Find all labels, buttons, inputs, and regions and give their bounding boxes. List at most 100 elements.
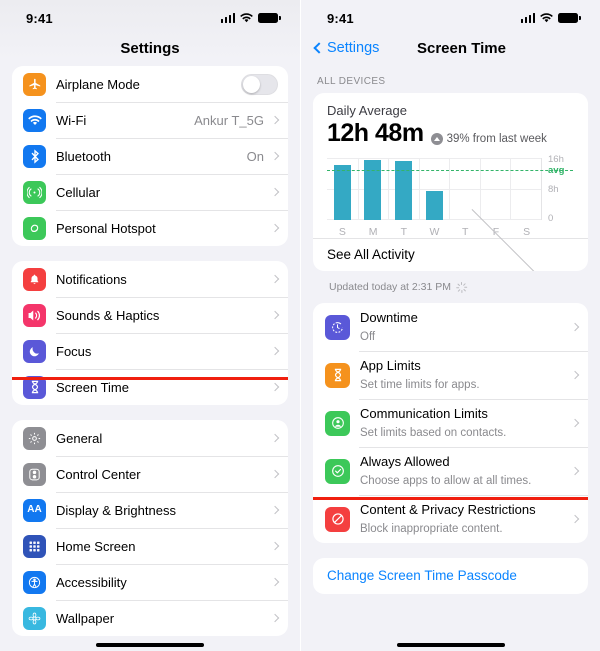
battery-icon	[558, 13, 581, 23]
sidebar-item-cellular[interactable]: Cellular	[12, 174, 288, 210]
aa-glyph: AA	[27, 504, 42, 515]
updated-label: Updated today at 2:31 PM	[329, 281, 451, 293]
sidebar-item-wifi[interactable]: Wi-Fi Ankur T_5G	[12, 102, 288, 138]
bell-icon	[23, 267, 46, 291]
bar-col	[388, 158, 419, 220]
feature-title: App Limits	[360, 358, 421, 373]
sidebar-item-label: Home Screen	[56, 538, 136, 554]
ytick-8h: 8h	[548, 184, 559, 195]
sidebar-item-personal-hotspot[interactable]: Personal Hotspot	[12, 210, 288, 246]
chart-plot-area	[327, 158, 573, 220]
back-button[interactable]: Settings	[313, 40, 380, 56]
sidebar-item-label: Control Center	[56, 466, 141, 482]
feature-text: App Limits Set time limits for apps.	[360, 357, 570, 393]
gear-icon	[23, 426, 46, 450]
speaker-icon	[23, 303, 46, 327]
cellular-bars-icon	[520, 13, 535, 23]
feature-row-content-privacy-restrictions[interactable]: Content & Privacy Restrictions Block ina…	[313, 495, 588, 543]
chevron-right-icon	[270, 274, 280, 284]
ytick-16h: 16h	[548, 154, 564, 165]
airplane-mode-toggle[interactable]	[241, 73, 278, 95]
person-circle-icon	[325, 410, 350, 436]
see-all-activity-row[interactable]: See All Activity	[313, 208, 588, 271]
hourglass-icon	[23, 375, 46, 399]
section-header-all-devices: ALL DEVICES	[317, 76, 386, 87]
sidebar-item-general[interactable]: General	[12, 420, 288, 456]
settings-group-connectivity: Airplane Mode Wi-Fi Ankur T_5G Bluetooth…	[12, 66, 288, 246]
chevron-right-icon	[270, 382, 280, 392]
home-indicator	[96, 643, 204, 647]
sidebar-item-sounds-haptics[interactable]: Sounds & Haptics	[12, 297, 288, 333]
bar-s1	[333, 165, 351, 220]
airplane-icon	[23, 72, 46, 96]
sidebar-item-label: Bluetooth	[56, 148, 111, 164]
feature-text: Content & Privacy Restrictions Block ina…	[360, 501, 570, 537]
sidebar-item-accessibility[interactable]: Accessibility	[12, 564, 288, 600]
settings-list[interactable]: Airplane Mode Wi-Fi Ankur T_5G Bluetooth…	[0, 66, 300, 636]
feature-subtitle: Block inappropriate content.	[360, 523, 503, 535]
status-bar: 9:41	[0, 0, 300, 30]
chevron-right-icon	[270, 613, 280, 623]
bar-col	[510, 158, 541, 220]
chart-x-axis: S M T W T F S	[313, 224, 588, 238]
bar-m	[364, 160, 382, 220]
sidebar-item-focus[interactable]: Focus	[12, 333, 288, 369]
chevron-right-icon	[570, 466, 580, 476]
sidebar-item-screen-time[interactable]: Screen Time	[12, 369, 288, 405]
feature-subtitle: Off	[360, 331, 376, 343]
sidebar-item-display-brightness[interactable]: AA Display & Brightness	[12, 492, 288, 528]
week-delta-label: 39% from last week	[446, 133, 547, 145]
feature-text: Communication Limits Set limits based on…	[360, 405, 570, 441]
back-button-label: Settings	[327, 40, 380, 56]
sidebar-item-airplane-mode[interactable]: Airplane Mode	[12, 66, 288, 102]
sidebar-item-wallpaper[interactable]: Wallpaper	[12, 600, 288, 636]
no-entry-icon	[325, 506, 350, 532]
updated-status: Updated today at 2:31 PM	[313, 277, 588, 303]
chevron-right-icon	[570, 418, 580, 428]
settings-screen: 9:41 Settings Airplane Mode Wi-Fi Ankur …	[0, 0, 300, 651]
sidebar-item-notifications[interactable]: Notifications	[12, 261, 288, 297]
home-indicator	[396, 643, 505, 647]
wifi-icon	[240, 13, 253, 23]
bar-col	[449, 158, 480, 220]
feature-row-app-limits[interactable]: App Limits Set time limits for apps.	[313, 351, 588, 399]
sidebar-item-bluetooth[interactable]: Bluetooth On	[12, 138, 288, 174]
screen-time-content[interactable]: Daily Average 12h 48m 39% from last week	[301, 93, 600, 594]
sidebar-item-label: Cellular	[56, 184, 101, 200]
sliders-icon	[23, 462, 46, 486]
settings-group-general: General Control Center AA Display & Brig…	[12, 420, 288, 636]
hourglass-icon	[325, 362, 350, 388]
xtick: S	[338, 226, 346, 238]
settings-nav-bar: Settings	[0, 30, 300, 66]
xtick: T	[400, 226, 407, 238]
wifi-icon	[540, 13, 553, 23]
bar-col	[327, 158, 358, 220]
xtick: S	[523, 226, 531, 238]
sidebar-item-label: General	[56, 430, 103, 446]
feature-row-downtime[interactable]: Downtime Off	[313, 303, 588, 351]
status-bar: 9:41	[301, 0, 600, 30]
bluetooth-icon	[23, 144, 46, 168]
chevron-right-icon	[270, 151, 280, 161]
moon-icon	[23, 339, 46, 363]
status-icons	[220, 13, 281, 23]
sidebar-item-control-center[interactable]: Control Center	[12, 456, 288, 492]
sidebar-item-home-screen[interactable]: Home Screen	[12, 528, 288, 564]
screen-time-screen: 9:41 Settings Screen Time ALL DEVICES Da…	[300, 0, 600, 651]
aa-text-icon: AA	[23, 498, 46, 522]
wallpaper-flower-icon	[23, 606, 46, 630]
bluetooth-state-value: On	[246, 148, 264, 164]
chevron-right-icon	[270, 346, 280, 356]
chevron-right-icon	[270, 223, 280, 233]
chevron-right-icon	[270, 505, 280, 515]
page-title: Settings	[120, 39, 180, 57]
sidebar-item-label: Airplane Mode	[56, 76, 140, 92]
feature-row-always-allowed[interactable]: Always Allowed Choose apps to allow at a…	[313, 447, 588, 495]
status-icons	[520, 13, 581, 23]
chart-y-axis: 16h avg 8h 0	[542, 154, 576, 224]
sidebar-item-label: Personal Hotspot	[56, 220, 156, 236]
chevron-right-icon	[270, 310, 280, 320]
change-screen-time-passcode-link[interactable]: Change Screen Time Passcode	[327, 568, 517, 583]
feature-text: Always Allowed Choose apps to allow at a…	[360, 453, 570, 489]
feature-row-communication-limits[interactable]: Communication Limits Set limits based on…	[313, 399, 588, 447]
